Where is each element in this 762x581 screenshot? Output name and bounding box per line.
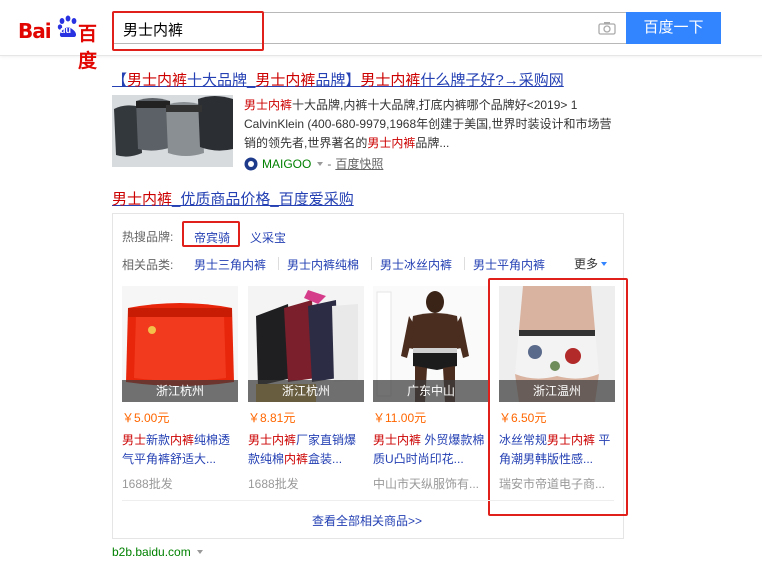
underwear-image <box>112 95 233 167</box>
site-favicon-icon <box>244 157 258 170</box>
divider <box>371 257 372 270</box>
result1-source: MAIGOO - 百度快照 <box>244 155 383 172</box>
product-image[interactable]: 浙江杭州 <box>122 286 238 402</box>
chevron-down-icon[interactable] <box>317 161 324 166</box>
divider <box>278 257 279 270</box>
shop-name: 中山市天纵服饰有... <box>373 477 480 491</box>
title-keyword: 男士内裤 <box>248 433 297 447</box>
url-text[interactable]: b2b.baidu.com <box>112 545 191 559</box>
title-keyword: 男士内裤 <box>360 72 421 89</box>
title-text: 新款 <box>146 433 171 447</box>
product-image[interactable]: 广东中山 <box>373 286 489 402</box>
annotation-box-search <box>112 11 264 51</box>
product-title-link[interactable]: 男士内裤厂家直销爆款纯棉内裤盒装... <box>248 431 364 469</box>
more-dropdown[interactable]: 更多 <box>574 255 608 272</box>
chevron-down-icon <box>601 261 608 266</box>
title-text: _优质商品价格_百度爱采购 <box>172 191 354 208</box>
product-card[interactable]: 浙江杭州 ￥8.81元 男士内裤厂家直销爆款纯棉内裤盒装... 1688批发 <box>248 286 364 492</box>
logo-latin: Bai <box>18 19 52 43</box>
annotation-box-product <box>488 278 628 516</box>
brand-link[interactable]: 义采宝 <box>250 229 286 246</box>
product-title-link[interactable]: 男士内裤 外贸爆款棉质U凸时尚印花... <box>373 431 489 469</box>
abstract-keyword: 男士内裤 <box>367 136 416 150</box>
chevron-down-icon[interactable] <box>196 550 203 554</box>
camera-icon[interactable] <box>598 21 616 35</box>
shop-name: 1688批发 <box>122 477 173 491</box>
title-text: 品牌】 <box>315 72 361 89</box>
hot-brands-label: 热搜品牌: <box>122 230 174 244</box>
snapshot-link[interactable]: 百度快照 <box>335 155 383 172</box>
search-button[interactable]: 百度一下 <box>626 12 721 44</box>
title-keyword: 男士内裤 <box>255 72 316 89</box>
product-price: ￥8.81元 <box>248 411 296 425</box>
product-card[interactable]: 浙江杭州 ￥5.00元 男士新款内裤纯棉透气平角裤舒适大... 1688批发 <box>122 286 238 492</box>
title-text: 盒装... <box>308 452 343 466</box>
product-title-link[interactable]: 男士新款内裤纯棉透气平角裤舒适大... <box>122 431 238 469</box>
product-card[interactable]: 广东中山 ￥11.00元 男士内裤 外贸爆款棉质U凸时尚印花... 中山市天纵服… <box>373 286 489 492</box>
title-keyword: 内裤 <box>284 452 309 466</box>
title-keyword: 男士内裤 <box>127 72 188 89</box>
related-label: 相关品类: <box>122 258 174 272</box>
category-link[interactable]: 男士平角内裤 <box>473 256 545 273</box>
abstract-keyword: 男士内裤 <box>244 98 293 112</box>
logo-du: du <box>60 25 71 35</box>
product-location: 浙江杭州 <box>248 380 364 402</box>
logo-chinese: 百度 <box>78 23 97 72</box>
title-text: 什么牌子好?→采购网 <box>420 72 564 89</box>
divider <box>122 500 614 501</box>
result1-thumbnail[interactable] <box>112 95 233 167</box>
category-link[interactable]: 男士冰丝内裤 <box>380 256 452 273</box>
title-keyword: 男士 <box>122 433 147 447</box>
title-text: 十大品牌_ <box>187 72 256 89</box>
result1-abstract: 男士内裤十大品牌,内裤十大品牌,打底内裤哪个品牌好<2019> 1 Calvin… <box>244 96 614 153</box>
product-price: ￥11.00元 <box>373 411 427 425</box>
title-keyword: 内裤 <box>170 433 195 447</box>
category-link[interactable]: 男士三角内裤 <box>194 256 266 273</box>
result2-title-link[interactable]: 男士内裤_优质商品价格_百度爱采购 <box>112 188 354 209</box>
product-image[interactable]: 浙江杭州 <box>248 286 364 402</box>
more-label: 更多 <box>574 257 599 271</box>
category-link[interactable]: 男士内裤纯棉 <box>287 256 359 273</box>
product-price: ￥5.00元 <box>122 411 170 425</box>
annotation-box-brand <box>182 221 240 247</box>
product-location: 浙江杭州 <box>122 380 238 402</box>
baidu-logo[interactable]: Bai du 百度 <box>8 8 106 72</box>
result2-url: b2b.baidu.com <box>112 545 203 559</box>
title-keyword: 男士内裤 <box>112 191 173 208</box>
product-location: 广东中山 <box>373 380 489 402</box>
view-all-link[interactable]: 查看全部相关商品>> <box>312 512 422 529</box>
shop-name: 1688批发 <box>248 477 299 491</box>
result1-title-link[interactable]: 【男士内裤十大品牌_男士内裤品牌】男士内裤什么牌子好?→采购网 <box>112 69 564 90</box>
source-site[interactable]: MAIGOO <box>262 157 311 171</box>
abstract-text: 品牌... <box>415 136 450 150</box>
divider <box>464 257 465 270</box>
title-keyword: 男士内裤 <box>373 433 422 447</box>
title-text: 【 <box>112 72 128 89</box>
